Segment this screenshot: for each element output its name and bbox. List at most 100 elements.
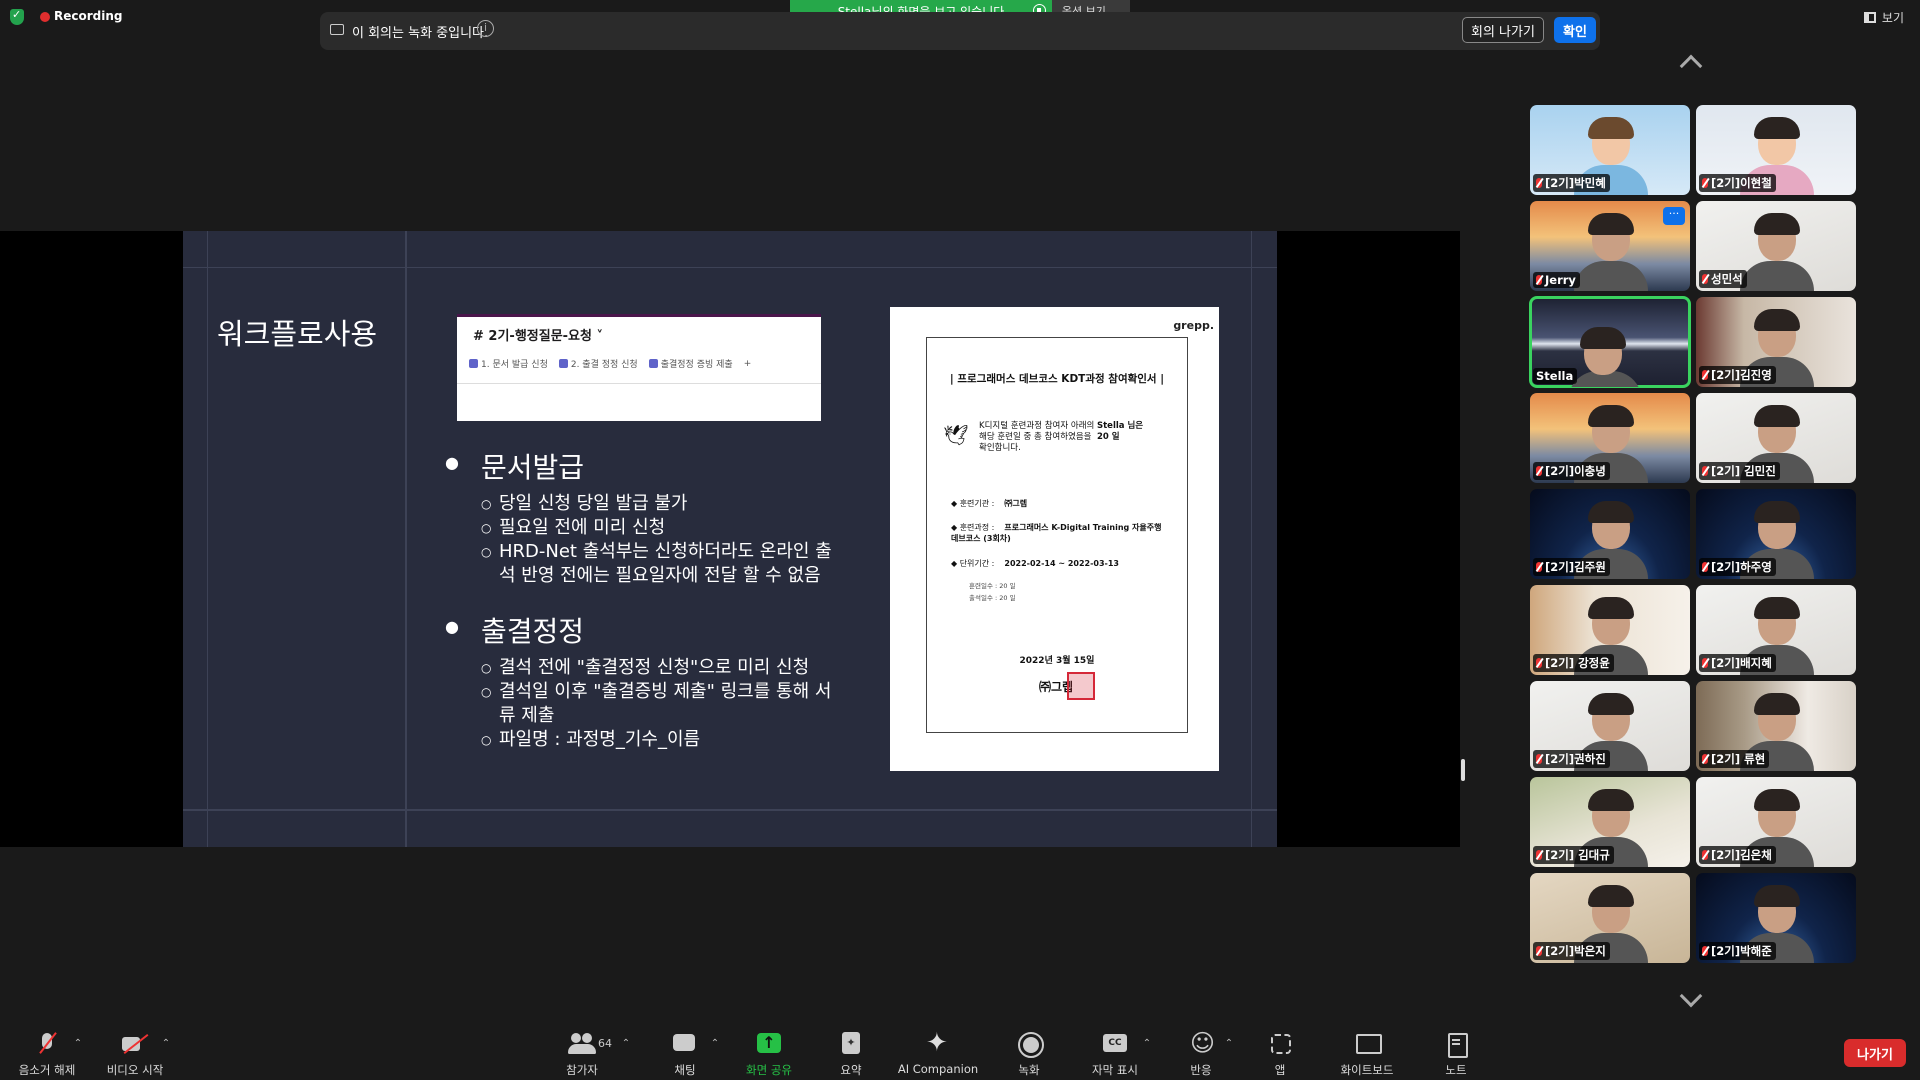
layout-icon [1863, 12, 1876, 23]
participant-tile[interactable]: [2기]박민혜 [1530, 105, 1690, 195]
muted-mic-icon [1702, 658, 1708, 668]
recording-notice-text: 이 회의는 녹화 중입니다. [352, 26, 489, 41]
muted-mic-icon [1702, 754, 1708, 764]
bird-logo-icon: 🕊 [943, 423, 969, 447]
muted-mic-icon [1702, 946, 1708, 956]
confirm-button[interactable]: 확인 [1554, 17, 1596, 43]
share-screen-button[interactable]: 화면 공유 [742, 1024, 796, 1080]
audio-options-caret[interactable]: ⌃ [72, 1024, 84, 1080]
split-resize-handle[interactable] [1461, 759, 1465, 781]
chat-button[interactable]: 채팅 [668, 1024, 702, 1080]
unmute-button[interactable]: 음소거 해제 [16, 1024, 78, 1080]
reactions-button[interactable]: 반응 [1184, 1024, 1218, 1080]
participant-name: [2기] 김대규 [1545, 848, 1610, 862]
participant-name-tag: [2기]권하진 [1533, 750, 1610, 768]
bookmark-item: 출결정정 증빙 제출 [648, 357, 733, 370]
info-icon[interactable]: i [477, 20, 494, 37]
whiteboard-button[interactable]: 화이트보드 [1338, 1024, 1396, 1080]
gallery-down-chevron-icon[interactable] [1679, 984, 1703, 1008]
participants-options-caret[interactable]: ⌃ [620, 1024, 632, 1080]
muted-mic-icon [1536, 562, 1542, 572]
meeting-toolbar: 음소거 해제 ⌃ 비디오 시작 ⌃ 참가자 64 ⌃ 채팅 ⌃ 화면 공유 요약… [0, 1024, 1920, 1080]
apps-button[interactable]: 앱 [1266, 1024, 1294, 1080]
summary-button[interactable]: 요약 [834, 1024, 868, 1080]
participant-tile[interactable]: ··· Jerry [1530, 201, 1690, 291]
muted-mic-icon [1702, 466, 1708, 476]
channel-name: # 2기-행정질문-요청 ˅ [473, 329, 604, 344]
notes-label: 노트 [1445, 1063, 1467, 1077]
participant-name-tag: [2기]김진영 [1699, 366, 1776, 384]
participant-name-tag: [2기]이현철 [1699, 174, 1776, 192]
participant-name: Jerry [1545, 273, 1576, 287]
captions-button[interactable]: 자막 표시 [1090, 1024, 1140, 1080]
participant-tile[interactable]: [2기]김주원 [1530, 489, 1690, 579]
participants-icon [568, 1032, 596, 1058]
participant-hair [1588, 789, 1634, 811]
start-video-label: 비디오 시작 [106, 1063, 164, 1077]
participant-tile[interactable]: [2기]박해준 [1696, 873, 1856, 963]
caret-up-icon: ⌃ [621, 1038, 631, 1049]
participant-tile[interactable]: [2기] 김대규 [1530, 777, 1690, 867]
muted-microphone-icon [33, 1032, 61, 1058]
participant-hair [1580, 327, 1626, 349]
muted-mic-icon [1702, 178, 1708, 188]
ai-companion-button[interactable]: AI Companion [896, 1024, 980, 1080]
participant-name: [2기] 강정윤 [1545, 656, 1610, 670]
leave-button[interactable]: 나가기 [1844, 1039, 1906, 1067]
participant-tile[interactable]: [2기]하주영 [1696, 489, 1856, 579]
share-screen-icon [755, 1032, 783, 1058]
participant-name: [2기] 김민진 [1711, 464, 1776, 478]
participant-name: [2기]이현철 [1711, 176, 1772, 190]
participant-tile[interactable]: [2기]박은지 [1530, 873, 1690, 963]
captions-options-caret[interactable]: ⌃ [1141, 1024, 1153, 1080]
participant-tile[interactable]: Stella [1529, 296, 1691, 388]
start-video-button[interactable]: 비디오 시작 [104, 1024, 166, 1080]
participant-tile[interactable]: [2기]김은채 [1696, 777, 1856, 867]
participant-hair [1588, 213, 1634, 235]
participant-tile[interactable]: [2기]권하진 [1530, 681, 1690, 771]
participant-tile[interactable]: [2기]이충녕 [1530, 393, 1690, 483]
participant-name-tag: [2기]박은지 [1533, 942, 1610, 960]
gallery-up-chevron-icon[interactable] [1679, 54, 1703, 78]
participant-name-tag: 성민석 [1699, 270, 1747, 288]
workflow-icon [558, 359, 568, 368]
leave-meeting-button[interactable]: 회의 나가기 [1462, 17, 1544, 43]
institution-row: ◆ 훈련기관 : ㈜그렙 [951, 499, 1028, 508]
view-button[interactable]: 보기 [1863, 9, 1904, 26]
participant-hair [1754, 597, 1800, 619]
notes-button[interactable]: 노트 [1442, 1024, 1470, 1080]
video-off-icon [121, 1032, 149, 1058]
participant-name: [2기]하주영 [1711, 560, 1772, 574]
participant-tile[interactable]: [2기] 김민진 [1696, 393, 1856, 483]
summary-icon [837, 1032, 865, 1058]
reactions-options-caret[interactable]: ⌃ [1223, 1024, 1235, 1080]
participant-name: [2기] 류현 [1711, 752, 1766, 766]
certificate-title: | 프로그래머스 데브코스 KDT과정 참여확인서 | [949, 373, 1165, 385]
participant-name-tag: Stella [1533, 368, 1578, 384]
more-options-button[interactable]: ··· [1663, 207, 1685, 225]
reaction-emoji-icon [1187, 1029, 1215, 1058]
participant-body [1574, 261, 1648, 291]
record-button[interactable]: 녹화 [1012, 1024, 1046, 1080]
chat-options-caret[interactable]: ⌃ [709, 1024, 721, 1080]
participant-name: [2기]김은채 [1711, 848, 1772, 862]
participant-name: [2기]배지혜 [1711, 656, 1772, 670]
participant-tile[interactable]: [2기]김진영 [1696, 297, 1856, 387]
participant-tile[interactable]: [2기] 강정윤 [1530, 585, 1690, 675]
participant-tile[interactable]: 성민석 [1696, 201, 1856, 291]
participant-hair [1754, 885, 1800, 907]
bookmark-item: 1. 문서 발급 신청 [469, 357, 548, 370]
seal-stamp [1067, 672, 1095, 700]
participant-name-tag: [2기]이충녕 [1533, 462, 1610, 480]
security-shield-icon[interactable] [10, 8, 24, 25]
participant-tile[interactable]: [2기]배지혜 [1696, 585, 1856, 675]
share-screen-label: 화면 공유 [746, 1063, 792, 1077]
chat-label: 채팅 [674, 1063, 696, 1077]
participant-tile[interactable]: [2기]이현철 [1696, 105, 1856, 195]
grepp-logo: grepp. [1173, 319, 1214, 332]
bookmark-item: 2. 출결 정정 신청 [558, 357, 638, 370]
participant-hair [1588, 597, 1634, 619]
whiteboard-label: 화이트보드 [1340, 1063, 1394, 1077]
participant-tile[interactable]: [2기] 류현 [1696, 681, 1856, 771]
video-options-caret[interactable]: ⌃ [160, 1024, 172, 1080]
